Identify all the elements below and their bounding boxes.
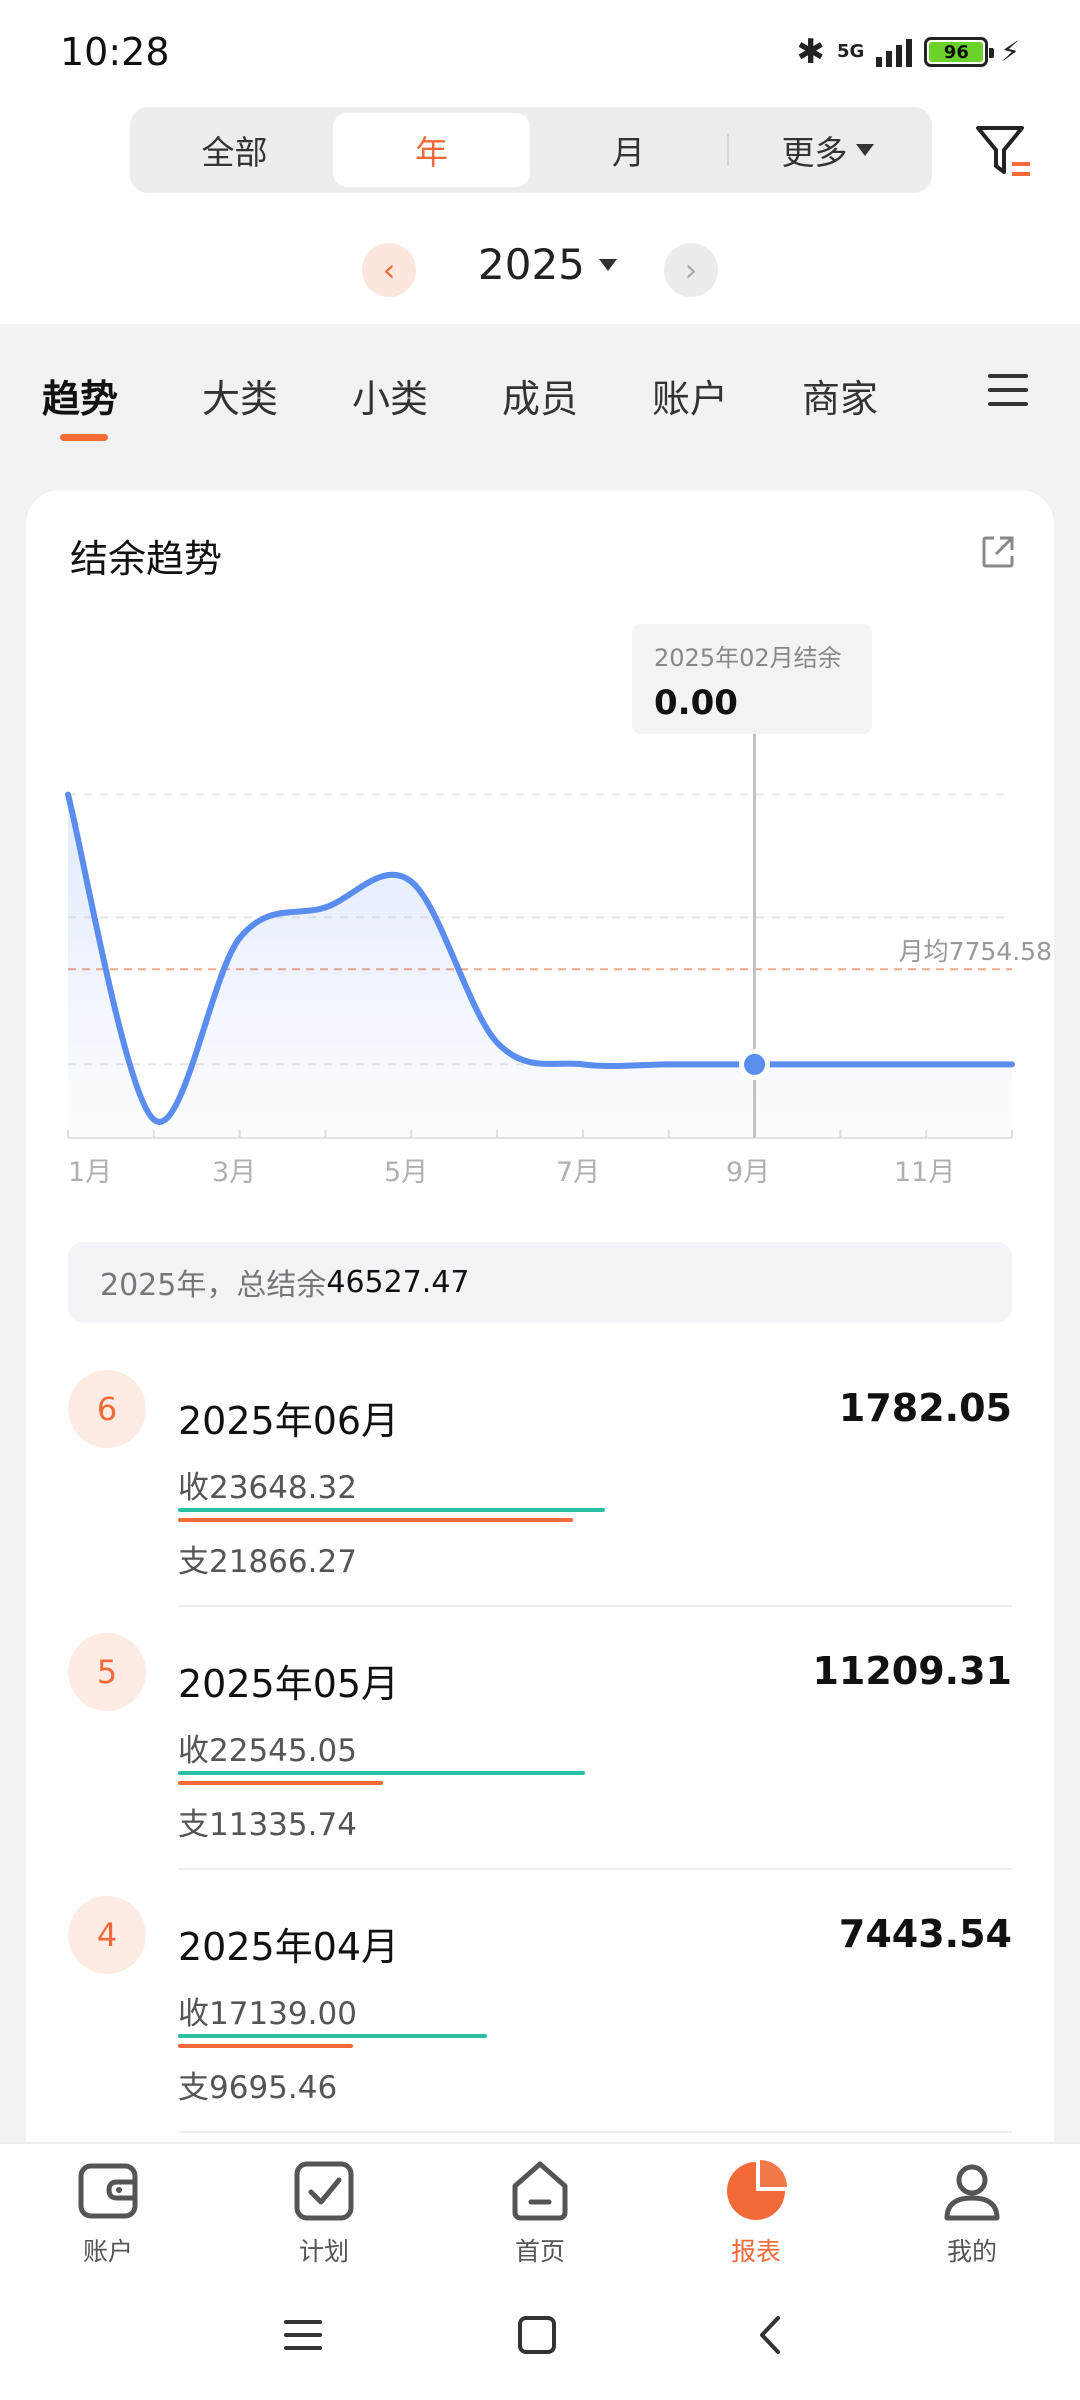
divider [178,1868,1012,1870]
month-badge: 5 [68,1633,146,1711]
period-tab-all[interactable]: 全部 [136,113,333,187]
caret-down-icon [598,258,617,271]
back-icon[interactable] [750,2314,792,2356]
system-navigation-bar [0,2282,1080,2400]
list-item[interactable]: 4 2025年04月 7443.54 收17139.00 支9695.46 [26,1896,1054,2159]
period-tab-month[interactable]: 月 [530,113,727,187]
divider [178,2131,1012,2133]
tooltip-value: 0.00 [654,683,738,723]
x-tick-label: 9月 [726,1157,771,1188]
tab-trend[interactable]: 趋势 [42,368,118,423]
signal-icon [876,37,913,67]
month-title: 2025年04月 [178,1925,400,1969]
more-label: 更多 [781,133,848,172]
x-tick-label: 11月 [894,1157,956,1188]
chart-tooltip: 2025年02月结余 0.00 [632,624,872,734]
average-label: 月均7754.58 [898,937,1052,966]
menu-icon[interactable] [282,2314,324,2356]
balance-trend-card: 结余趋势 2025年02月结余 0.00 月均7754.58 1月 3月 5月 … [26,490,1054,2290]
tab-category[interactable]: 大类 [202,368,278,423]
nav-account[interactable]: 账户 [38,2158,178,2268]
bluetooth-icon: ✱ [796,32,826,72]
month-income: 收22545.05 [178,1733,357,1769]
series-area [68,794,1012,1138]
next-year-button[interactable]: › [664,243,718,297]
nav-label: 首页 [514,2237,565,2266]
nav-label: 账户 [82,2237,133,2266]
summary-value: 46527.47 [326,1264,470,1300]
nav-label: 计划 [298,2237,349,2266]
nav-mine[interactable]: 我的 [902,2158,1042,2268]
month-expense: 支9695.46 [178,2070,338,2106]
user-icon [944,2164,1000,2221]
home-square-icon[interactable] [516,2314,558,2356]
x-tick-label: 3月 [212,1157,257,1188]
month-badge: 4 [68,1896,146,1974]
highlight-point [739,1048,771,1080]
nav-home[interactable]: 首页 [470,2158,610,2268]
top-bar: 全部 年 月 更多 ‹ 2025 › [0,100,1080,324]
divider [178,1605,1012,1607]
income-bar [178,1508,605,1512]
filter-button[interactable] [972,122,1036,182]
nav-label: 报表 [730,2237,781,2266]
month-title: 2025年06月 [178,1399,400,1443]
month-badge: 6 [68,1370,146,1448]
tooltip-title: 2025年02月结余 [654,644,842,672]
month-expense: 支11335.74 [178,1807,357,1843]
previous-year-button[interactable]: ‹ [362,243,416,297]
expense-bar [178,2044,353,2048]
month-balance: 11209.31 [812,1649,1012,1693]
year-value: 2025 [478,240,585,289]
year-dropdown[interactable]: 2025 [478,240,617,289]
tab-account[interactable]: 账户 [652,368,728,423]
bottom-navigation: 账户 计划 首页 报表 我的 [0,2142,1080,2282]
income-bar [178,1771,585,1775]
month-income: 收17139.00 [178,1996,357,2032]
checkbox-icon [294,2161,354,2221]
tab-subcategory[interactable]: 小类 [352,368,428,423]
year-selector: ‹ 2025 › [0,230,1080,310]
income-bar [178,2034,487,2038]
month-expense: 支21866.27 [178,1544,357,1580]
month-income: 收23648.32 [178,1470,357,1506]
battery-level: 96 [929,42,984,63]
status-time: 10:28 [60,30,170,74]
x-tick-label: 5月 [384,1157,429,1188]
month-balance: 7443.54 [838,1912,1012,1956]
network-type: 5G [837,41,865,62]
period-segmented-control: 全部 年 月 更多 [130,107,932,193]
battery-icon: 96 [924,37,995,67]
total-balance-summary: 2025年，总结余 46527.47 [68,1242,1012,1322]
nav-label: 我的 [946,2237,997,2266]
filter-icon [976,126,1030,176]
expense-bar [178,1781,383,1785]
expense-bar [178,1518,573,1522]
tab-member[interactable]: 成员 [502,368,578,423]
nav-plan[interactable]: 计划 [254,2158,394,2268]
list-item[interactable]: 5 2025年05月 11209.31 收22545.05 支11335.74 [26,1633,1054,1896]
list-item[interactable]: 6 2025年06月 1782.05 收23648.32 支21866.27 [26,1370,1054,1633]
status-bar: 10:28 ✱ 5G 96 ⚡ [0,0,1080,100]
nav-report[interactable]: 报表 [686,2158,826,2268]
charging-icon: ⚡ [1000,35,1020,68]
monthly-balance-list: 6 2025年06月 1782.05 收23648.32 支21866.27 5… [26,1370,1054,2159]
tab-merchant[interactable]: 商家 [802,368,878,423]
month-title: 2025年05月 [178,1662,400,1706]
tabs-menu-icon[interactable] [988,374,1028,416]
period-tab-more[interactable]: 更多 [729,113,926,187]
x-tick-label: 1月 [68,1157,113,1188]
chart-area: 2025年02月结余 0.00 月均7754.58 1月 3月 5月 7月 9月… [26,490,1054,1290]
wallet-icon [78,2163,138,2219]
x-tick-label: 7月 [556,1157,601,1188]
status-icons: ✱ 5G 96 ⚡ [797,34,1020,70]
pie-chart-icon [727,2160,787,2220]
caret-down-icon [855,144,874,156]
period-tab-year[interactable]: 年 [333,113,530,187]
report-tabs: 趋势 大类 小类 成员 账户 商家 [0,324,1080,460]
home-icon [512,2161,568,2221]
summary-prefix: 2025年，总结余 [100,1268,327,1303]
active-tab-indicator [60,434,108,441]
month-balance: 1782.05 [838,1386,1012,1430]
